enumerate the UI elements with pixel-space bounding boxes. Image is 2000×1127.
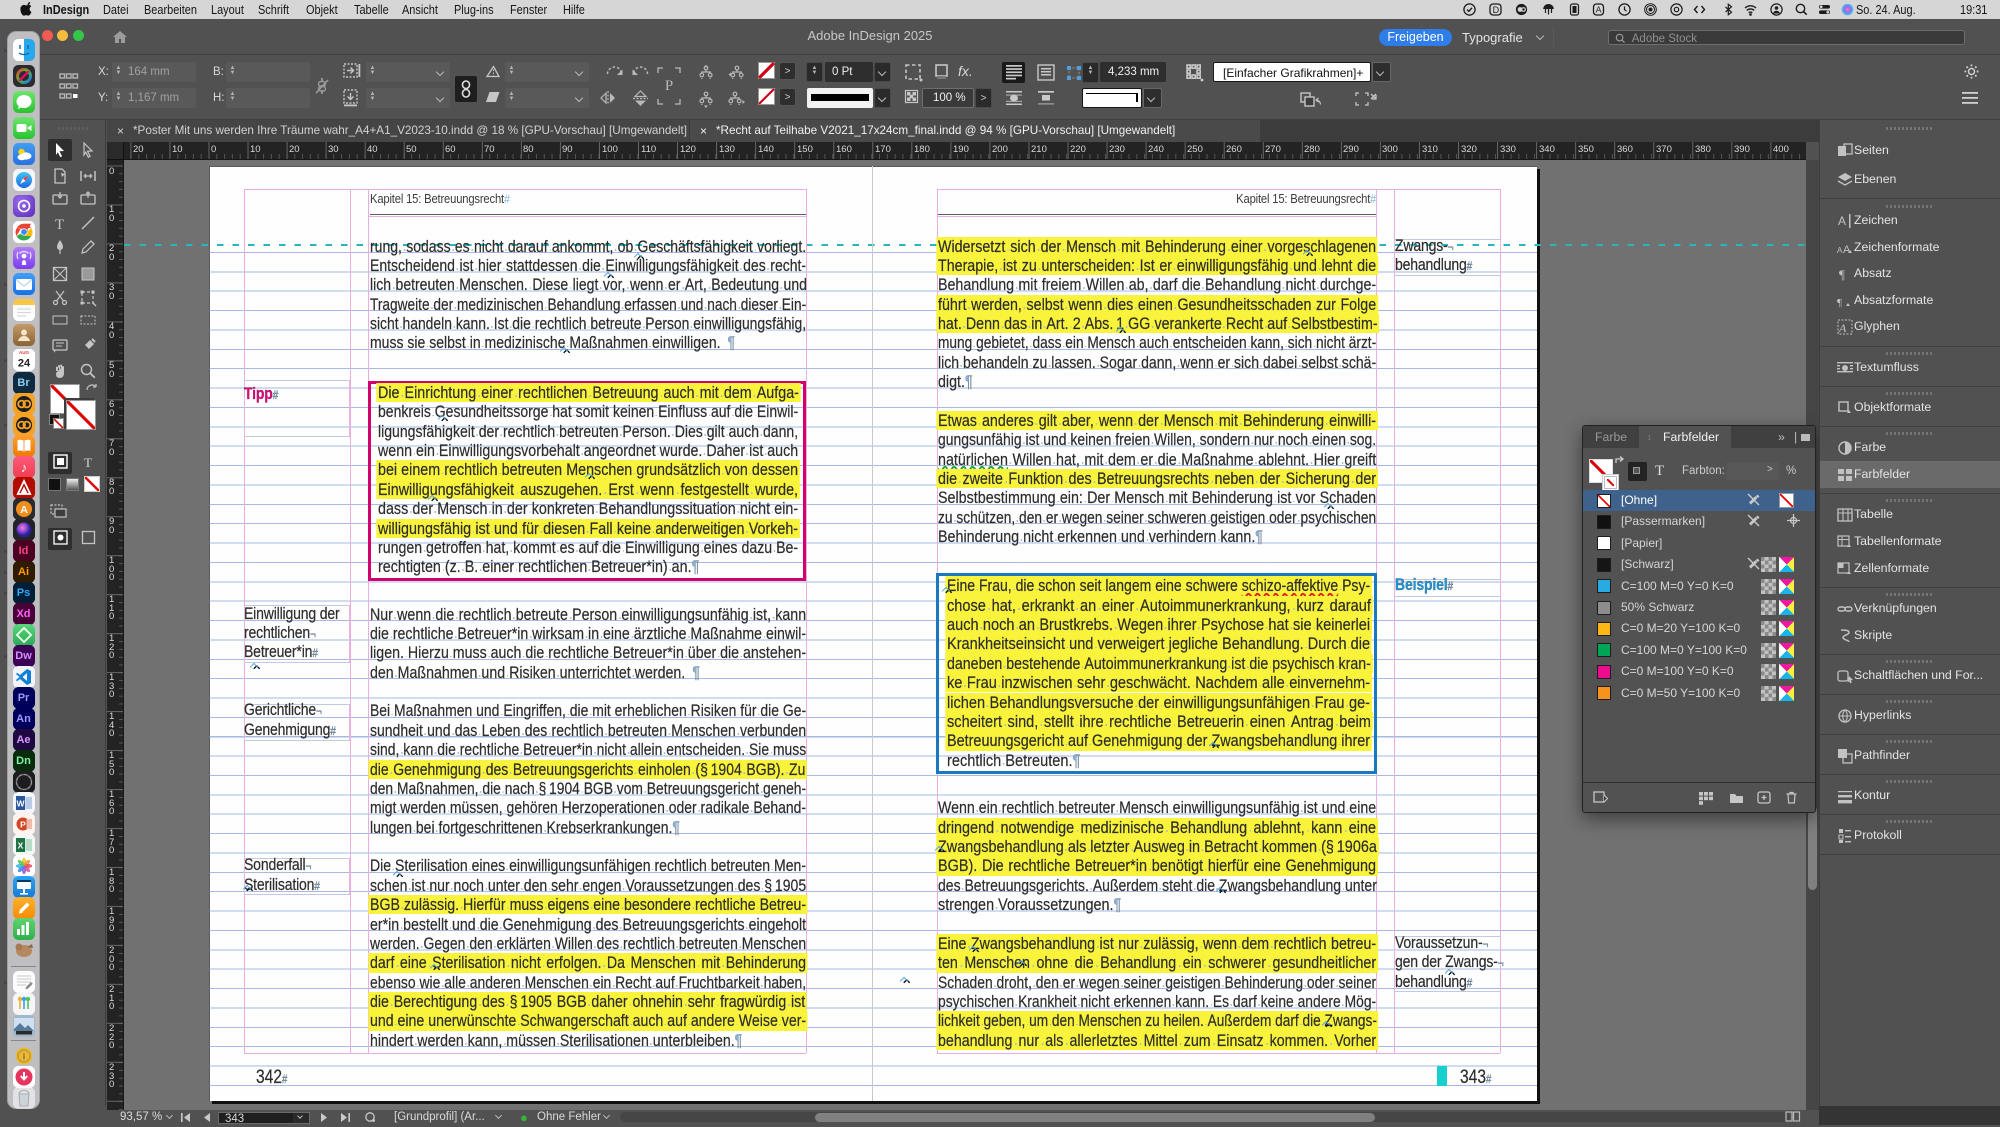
svg-text:D: D (1493, 5, 1500, 15)
svg-text:X: X (17, 841, 23, 851)
svg-text:A: A (1838, 321, 1847, 335)
svg-text:♪: ♪ (20, 460, 27, 475)
svg-text:T: T (55, 217, 64, 233)
svg-text:AUG: AUG (19, 350, 29, 355)
svg-text:W: W (16, 799, 25, 809)
svg-text:¶: ¶ (1837, 297, 1842, 309)
svg-text:A: A (20, 504, 28, 516)
svg-text:A: A (1843, 244, 1851, 256)
svg-text:i: i (22, 1052, 25, 1062)
svg-text:A: A (1596, 5, 1602, 15)
svg-text:P: P (20, 820, 26, 830)
svg-text:24: 24 (17, 358, 30, 370)
svg-text:¶: ¶ (1839, 267, 1845, 282)
svg-text:A: A (1838, 214, 1846, 228)
